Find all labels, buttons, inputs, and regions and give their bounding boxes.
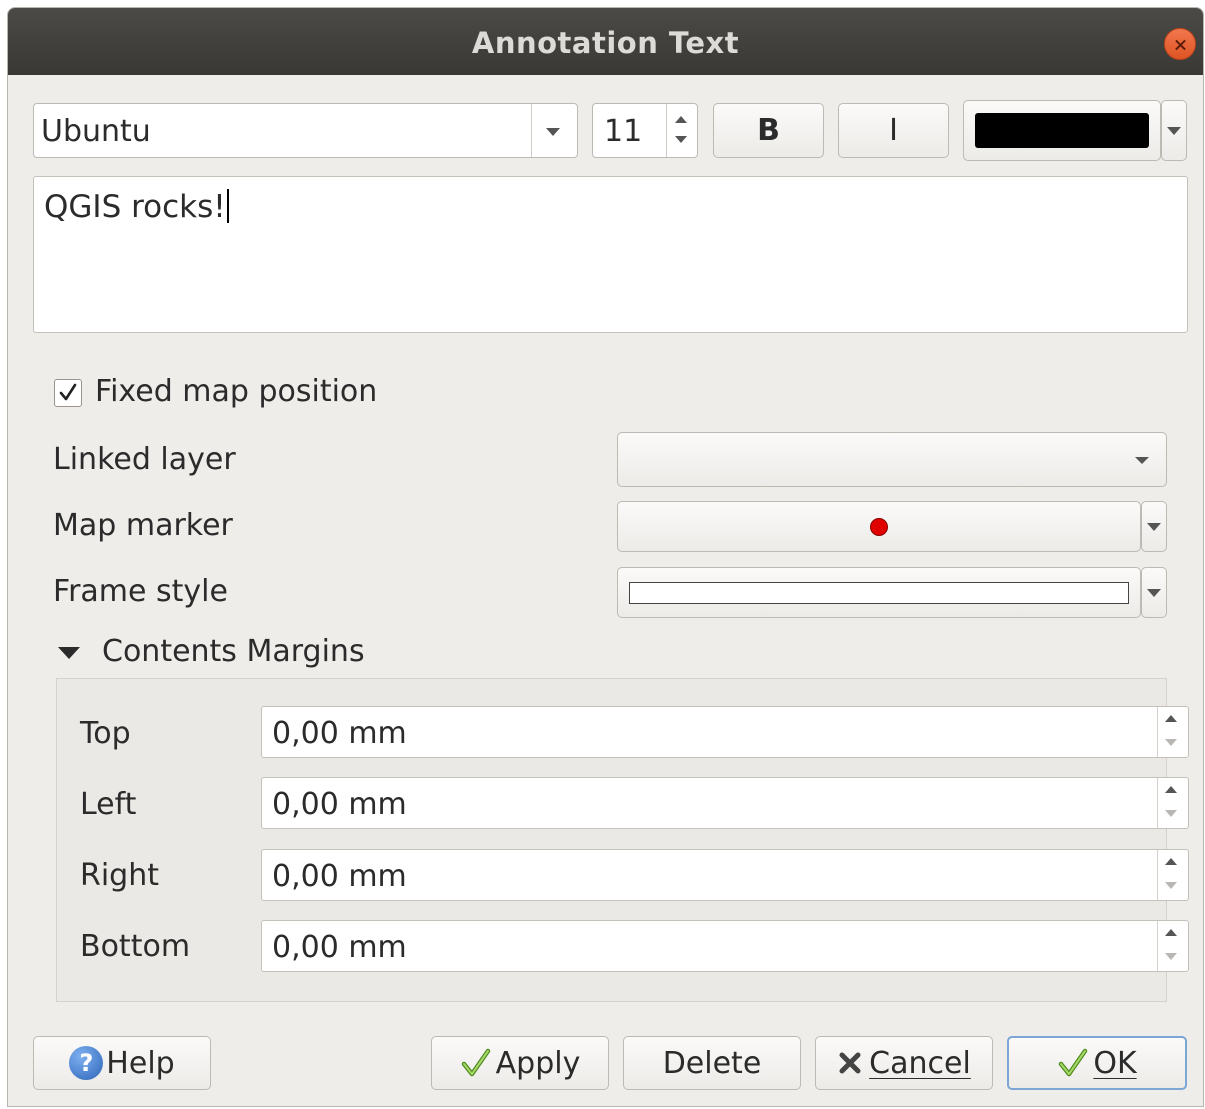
title-bar[interactable]: Annotation Text <box>8 8 1203 75</box>
frame-style-button[interactable] <box>617 567 1141 618</box>
chevron-down-icon <box>1167 127 1181 135</box>
fixed-map-position-label[interactable]: Fixed map position <box>95 374 377 409</box>
help-button[interactable]: ? Help <box>33 1036 211 1090</box>
frame-preview <box>629 581 1129 604</box>
dialog-title: Annotation Text <box>471 26 740 60</box>
chevron-down-icon <box>546 128 560 136</box>
help-icon: ? <box>69 1046 104 1080</box>
collapse-triangle-icon[interactable] <box>58 647 80 659</box>
checkmark-icon <box>59 383 77 401</box>
font-family-combo[interactable]: Ubuntu <box>33 103 578 158</box>
decrement-icon[interactable] <box>1165 953 1177 960</box>
contents-margins-group: Top 0,00 mm Left 0,00 mm Right 0,00 mm B… <box>56 678 1189 1002</box>
font-family-value: Ubuntu <box>41 114 151 149</box>
margin-left-label: Left <box>80 787 137 822</box>
checkmark-icon <box>461 1048 490 1077</box>
text-color-button[interactable] <box>963 100 1161 161</box>
font-size-spinbox[interactable]: 11 <box>592 103 698 158</box>
chevron-down-icon <box>1147 523 1161 531</box>
linked-layer-label: Linked layer <box>53 442 236 477</box>
text-caret <box>226 189 229 223</box>
annotation-dialog: Annotation Text Ubuntu 11 B I QGIS rocks… <box>7 7 1204 1107</box>
increment-icon[interactable] <box>1165 929 1177 936</box>
map-marker-button[interactable] <box>617 501 1141 552</box>
cancel-x-icon <box>839 1052 861 1074</box>
cancel-button[interactable]: Cancel <box>815 1036 993 1090</box>
marker-symbol-icon <box>870 517 888 536</box>
color-menu-button[interactable] <box>1161 100 1187 161</box>
checkmark-icon <box>1059 1048 1088 1077</box>
margin-bottom-label: Bottom <box>80 929 191 964</box>
margin-top-label: Top <box>80 716 131 751</box>
italic-button[interactable]: I <box>838 103 949 158</box>
decrement-icon[interactable] <box>1165 882 1177 889</box>
increment-icon[interactable] <box>1165 715 1177 722</box>
decrement-icon[interactable] <box>1165 810 1177 817</box>
margin-right-spinbox[interactable]: 0,00 mm <box>261 849 1189 901</box>
color-swatch <box>975 113 1149 148</box>
contents-margins-header[interactable]: Contents Margins <box>102 634 365 669</box>
frame-style-label: Frame style <box>53 574 228 609</box>
delete-button[interactable]: Delete <box>623 1036 801 1090</box>
increment-icon[interactable] <box>675 116 687 123</box>
margin-right-label: Right <box>80 858 159 893</box>
annotation-text-editor[interactable]: QGIS rocks! <box>33 176 1188 333</box>
map-marker-menu-button[interactable] <box>1141 501 1167 552</box>
increment-icon[interactable] <box>1165 786 1177 793</box>
frame-style-menu-button[interactable] <box>1141 567 1167 618</box>
font-size-value: 11 <box>604 114 643 149</box>
bold-button[interactable]: B <box>713 103 824 158</box>
map-marker-label: Map marker <box>53 508 233 543</box>
decrement-icon[interactable] <box>675 136 687 143</box>
apply-button[interactable]: Apply <box>431 1036 609 1090</box>
close-button[interactable] <box>1164 28 1196 60</box>
fixed-map-position-checkbox[interactable] <box>54 379 82 407</box>
annotation-text: QGIS rocks! <box>44 189 226 225</box>
margin-top-spinbox[interactable]: 0,00 mm <box>261 706 1189 758</box>
margin-bottom-spinbox[interactable]: 0,00 mm <box>261 920 1189 972</box>
increment-icon[interactable] <box>1165 858 1177 865</box>
margin-left-spinbox[interactable]: 0,00 mm <box>261 777 1189 829</box>
linked-layer-combo[interactable] <box>617 432 1167 487</box>
decrement-icon[interactable] <box>1165 739 1177 746</box>
ok-button[interactable]: OK <box>1007 1036 1187 1090</box>
chevron-down-icon <box>1147 589 1161 597</box>
chevron-down-icon <box>1135 457 1149 464</box>
